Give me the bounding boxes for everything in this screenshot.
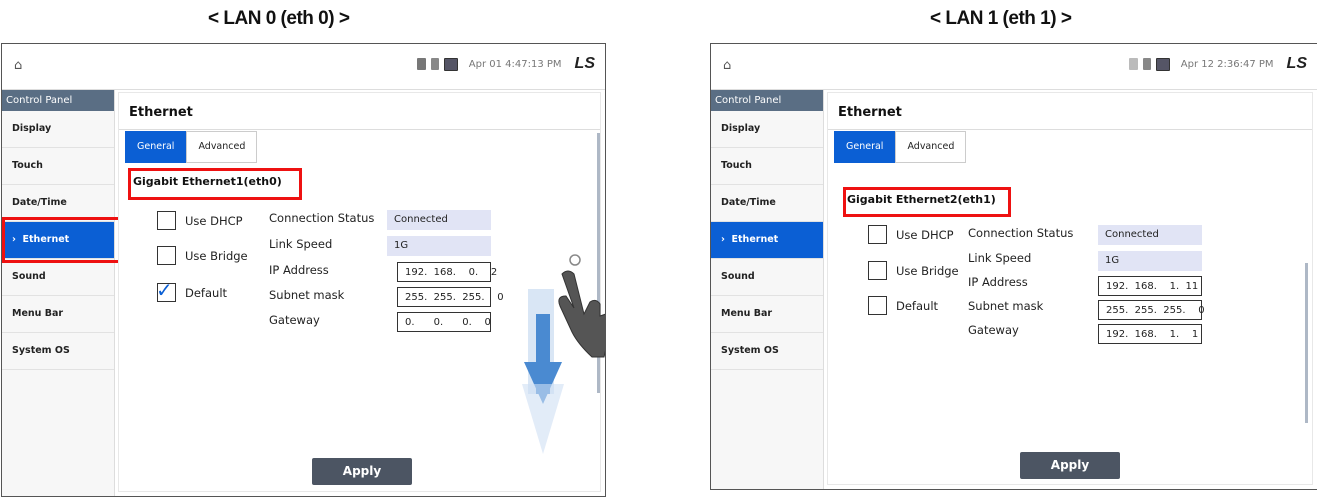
checkbox-label: Use Bridge [185, 248, 248, 263]
home-icon[interactable]: ⌂ [14, 58, 22, 73]
tab-advanced[interactable]: Advanced [186, 131, 258, 163]
page-title: Ethernet [129, 105, 193, 120]
sidebar-item-systemos[interactable]: System OS [2, 333, 114, 370]
down-arrow-icon [522, 289, 564, 454]
use-bridge-checkbox[interactable]: Use Bridge [157, 246, 248, 265]
status-area: Apr 01 4:47:13 PM LS [416, 55, 595, 73]
checkbox-box[interactable] [868, 261, 887, 280]
clock: Apr 01 4:47:13 PM [468, 58, 562, 70]
sidebar-item-systemos[interactable]: System OS [711, 333, 823, 370]
checkbox-label: Use DHCP [896, 227, 954, 242]
sidebar-item-touch[interactable]: Touch [711, 148, 823, 185]
usb-icon [416, 58, 426, 70]
swipe-down-annotation [522, 254, 605, 454]
top-bar: ⌂ Apr 01 4:47:13 PM LS [2, 44, 605, 90]
usb-icon [1128, 58, 1138, 70]
ip-address-label: IP Address [269, 263, 329, 277]
tab-bar: General Advanced [834, 131, 967, 163]
checkbox-label: Use DHCP [185, 213, 243, 228]
tab-general[interactable]: General [125, 131, 187, 163]
connection-status-value: Connected [387, 210, 491, 230]
subnet-mask-label: Subnet mask [269, 288, 345, 302]
checkbox-box[interactable]: ✓ [156, 278, 176, 302]
sidebar-header: Control Panel [711, 90, 823, 111]
top-bar: ⌂ Apr 12 2:36:47 PM LS [711, 44, 1317, 90]
home-icon[interactable]: ⌂ [723, 58, 731, 73]
checkbox-label: Use Bridge [896, 263, 959, 278]
checkbox-label: Default [185, 285, 228, 300]
sidebar-item-touch[interactable]: Touch [2, 148, 114, 185]
gateway-label: Gateway [968, 323, 1019, 337]
gateway-input[interactable]: 0. 0. 0. 0 [397, 312, 491, 332]
screen-lan1: ⌂ Apr 12 2:36:47 PM LS Control Panel Dis… [710, 43, 1317, 490]
screen-lan0: ⌂ Apr 01 4:47:13 PM LS Control Panel Dis… [1, 43, 606, 497]
checkbox-box[interactable] [157, 246, 176, 265]
tab-bar: General Advanced [125, 131, 258, 163]
checkbox-box[interactable] [868, 296, 887, 315]
title-divider [119, 129, 600, 130]
sidebar-item-display[interactable]: Display [2, 111, 114, 148]
status-area: Apr 12 2:36:47 PM LS [1128, 55, 1307, 73]
apply-button[interactable]: Apply [312, 458, 412, 485]
disk-icon [1155, 57, 1170, 71]
sd-card-icon [430, 58, 439, 70]
title-divider [828, 129, 1312, 130]
sidebar-item-sound[interactable]: Sound [2, 259, 114, 296]
highlight-box-interface [128, 168, 302, 200]
sd-card-icon [1142, 58, 1151, 70]
sidebar-item-sound[interactable]: Sound [711, 259, 823, 296]
brand-logo: LS [1286, 55, 1307, 72]
ip-address-input[interactable]: 192. 168. 0. 2 [397, 262, 497, 282]
sidebar-item-datetime[interactable]: Date/Time [711, 185, 823, 222]
chevron-right-icon: › [721, 234, 732, 245]
main-content: Ethernet General Advanced Gigabit Ethern… [827, 92, 1313, 485]
default-checkbox[interactable]: ✓ Default [156, 278, 228, 302]
tab-advanced[interactable]: Advanced [895, 131, 967, 163]
sidebar-item-ethernet[interactable]: › Ethernet [711, 222, 823, 259]
connection-status-value: Connected [1098, 225, 1202, 245]
connection-status-label: Connection Status [968, 226, 1074, 240]
sidebar: Control Panel Display Touch Date/Time › … [2, 90, 115, 496]
caption-lan0: < LAN 0 (eth 0) > [208, 8, 350, 29]
ip-address-input[interactable]: 192. 168. 1. 11 [1098, 276, 1202, 296]
tab-general[interactable]: General [834, 131, 896, 163]
apply-button[interactable]: Apply [1020, 452, 1120, 479]
sidebar-header: Control Panel [2, 90, 114, 111]
subnet-mask-input[interactable]: 255. 255. 255. 0 [397, 287, 504, 307]
page-title: Ethernet [838, 105, 902, 120]
link-speed-label: Link Speed [269, 237, 333, 251]
default-checkbox[interactable]: Default [868, 296, 938, 315]
gateway-label: Gateway [269, 313, 320, 327]
checkbox-box[interactable] [868, 225, 887, 244]
brand-logo: LS [574, 55, 595, 72]
link-speed-label: Link Speed [968, 251, 1032, 265]
hand-pointer-icon [558, 270, 605, 358]
use-bridge-checkbox[interactable]: Use Bridge [868, 261, 959, 280]
checkbox-label: Default [896, 298, 939, 313]
use-dhcp-checkbox[interactable]: Use DHCP [868, 225, 954, 244]
touch-point-icon [569, 254, 581, 266]
disk-icon [443, 57, 458, 71]
link-speed-value: 1G [1098, 251, 1202, 271]
sidebar-item-display[interactable]: Display [711, 111, 823, 148]
highlight-box-sidebar [2, 217, 122, 263]
clock: Apr 12 2:36:47 PM [1180, 58, 1274, 70]
sidebar: Control Panel Display Touch Date/Time › … [711, 90, 824, 489]
ip-address-label: IP Address [968, 275, 1028, 289]
checkmark-icon: ✓ [156, 278, 173, 302]
sidebar-item-label: Ethernet [731, 234, 779, 245]
subnet-mask-input[interactable]: 255. 255. 255. 0 [1098, 300, 1205, 320]
sidebar-item-menubar[interactable]: Menu Bar [711, 296, 823, 333]
use-dhcp-checkbox[interactable]: Use DHCP [157, 211, 243, 230]
caption-lan1: < LAN 1 (eth 1) > [930, 8, 1072, 29]
gateway-input[interactable]: 192. 168. 1. 1 [1098, 324, 1202, 344]
highlight-box-interface [843, 187, 1011, 217]
scrollbar[interactable] [1305, 263, 1308, 423]
subnet-mask-label: Subnet mask [968, 299, 1044, 313]
connection-status-label: Connection Status [269, 211, 375, 225]
sidebar-item-menubar[interactable]: Menu Bar [2, 296, 114, 333]
link-speed-value: 1G [387, 236, 491, 256]
checkbox-box[interactable] [157, 211, 176, 230]
